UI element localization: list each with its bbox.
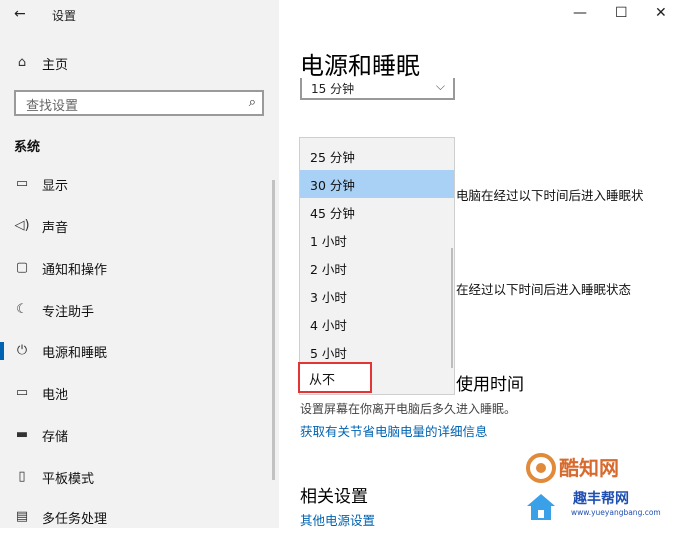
section-heading-system: 系统 bbox=[14, 140, 41, 155]
watermark-brand: 酷知网 bbox=[559, 456, 619, 480]
dropdown-scrollbar[interactable] bbox=[451, 248, 453, 368]
watermark-name: 趣丰帮网 bbox=[573, 491, 629, 507]
timeout-dropdown-list[interactable]: 25 分钟 30 分钟 45 分钟 1 小时 2 小时 3 小时 4 小时 5 … bbox=[299, 137, 455, 395]
nav-item-label: 通知和操作 bbox=[42, 262, 108, 278]
other-power-settings-link[interactable]: 其他电源设置 bbox=[300, 510, 375, 529]
nav-item-label: 电源和睡眠 bbox=[42, 345, 108, 361]
search-placeholder: 查找设置 bbox=[26, 99, 79, 114]
usage-time-heading: 使用时间 bbox=[456, 375, 524, 395]
nav-item-sound[interactable]: ◁) 声音 bbox=[0, 208, 279, 244]
search-input[interactable]: 查找设置 ⌕ bbox=[14, 90, 264, 116]
settings-sidebar: ← 设置 ⌂ 主页 查找设置 ⌕ 系统 ▭ 显示 ◁) 声音 ▢ 通知和操作 ☾… bbox=[0, 0, 279, 528]
storage-icon: ▬ bbox=[15, 427, 29, 442]
window-title: 设置 bbox=[52, 9, 77, 23]
speaker-icon: ◁) bbox=[14, 218, 30, 233]
nav-item-focus-assist[interactable]: ☾ 专注助手 bbox=[0, 292, 279, 328]
dropdown-option[interactable]: 3 小时 bbox=[300, 282, 454, 310]
dropdown-option[interactable]: 1 小时 bbox=[300, 226, 454, 254]
notification-icon: ▢ bbox=[15, 260, 29, 275]
nav-item-label: 专注助手 bbox=[42, 304, 95, 320]
never-label: 从不 bbox=[309, 373, 336, 388]
nav-item-label: 声音 bbox=[42, 220, 69, 236]
nav-item-label: 平板模式 bbox=[42, 471, 95, 487]
brand-logo-icon bbox=[526, 453, 556, 483]
related-settings-heading: 相关设置 bbox=[300, 487, 368, 507]
select-value: 15 分钟 bbox=[311, 82, 355, 96]
screen-timeout-select[interactable]: 15 分钟 ⌵ bbox=[300, 78, 455, 100]
moon-icon: ☾ bbox=[16, 302, 28, 317]
maximize-button[interactable]: ☐ bbox=[615, 5, 628, 21]
battery-icon: ▭ bbox=[15, 385, 29, 400]
nav-item-battery[interactable]: ▭ 电池 bbox=[0, 375, 279, 411]
watermark-url: www.yueyangbang.com bbox=[571, 508, 661, 517]
nav-item-notifications[interactable]: ▢ 通知和操作 bbox=[0, 250, 279, 286]
dropdown-option[interactable]: 45 分钟 bbox=[300, 198, 454, 226]
screen-description: 设置屏幕在你离开电脑后多久进入睡眠。 bbox=[300, 402, 517, 416]
house-logo-icon bbox=[527, 494, 555, 520]
nav-item-tablet[interactable]: ▯ 平板模式 bbox=[0, 459, 279, 495]
nav-item-storage[interactable]: ▬ 存储 bbox=[0, 417, 279, 453]
sleep-battery-label: 在经过以下时间后进入睡眠状态 bbox=[456, 282, 632, 297]
home-icon: ⌂ bbox=[17, 55, 27, 70]
nav-item-label: 电池 bbox=[42, 387, 69, 403]
watermark: 酷知网 趣丰帮网 www.yueyangbang.com bbox=[521, 450, 676, 524]
nav-home-label: 主页 bbox=[42, 57, 69, 73]
nav-item-label: 显示 bbox=[42, 178, 69, 194]
dropdown-option-selected[interactable]: 30 分钟 bbox=[300, 170, 454, 198]
chevron-down-icon: ⌵ bbox=[435, 79, 445, 93]
sleep-plugged-label: 电脑在经过以下时间后进入睡眠状 bbox=[456, 188, 644, 203]
monitor-icon: ▭ bbox=[15, 176, 29, 191]
dropdown-option[interactable]: 2 小时 bbox=[300, 254, 454, 282]
power-detail-link[interactable]: 获取有关节省电脑电量的详细信息 bbox=[300, 421, 488, 440]
minimize-button[interactable]: — bbox=[573, 5, 587, 21]
dropdown-option-never[interactable]: 从不 bbox=[298, 362, 372, 393]
page-title: 电源和睡眠 bbox=[300, 52, 420, 80]
search-icon[interactable]: ⌕ bbox=[249, 95, 256, 110]
nav-item-label: 存储 bbox=[42, 429, 69, 445]
nav-item-label: 多任务处理 bbox=[42, 511, 108, 527]
dropdown-option[interactable]: 4 小时 bbox=[300, 310, 454, 338]
back-arrow-icon[interactable]: ← bbox=[14, 6, 26, 22]
nav-home[interactable]: ⌂ 主页 bbox=[0, 45, 279, 81]
tablet-icon: ▯ bbox=[18, 469, 26, 484]
nav-item-multitasking[interactable]: ▤ 多任务处理 bbox=[0, 499, 279, 535]
multitask-icon: ▤ bbox=[15, 509, 29, 524]
power-icon: ⏻ bbox=[16, 343, 28, 358]
nav-item-display[interactable]: ▭ 显示 bbox=[0, 166, 279, 202]
nav-item-power-sleep[interactable]: ⏻ 电源和睡眠 bbox=[0, 333, 279, 369]
dropdown-option[interactable]: 25 分钟 bbox=[300, 142, 454, 170]
sidebar-scrollbar[interactable] bbox=[272, 180, 275, 480]
close-button[interactable]: ✕ bbox=[655, 5, 667, 21]
